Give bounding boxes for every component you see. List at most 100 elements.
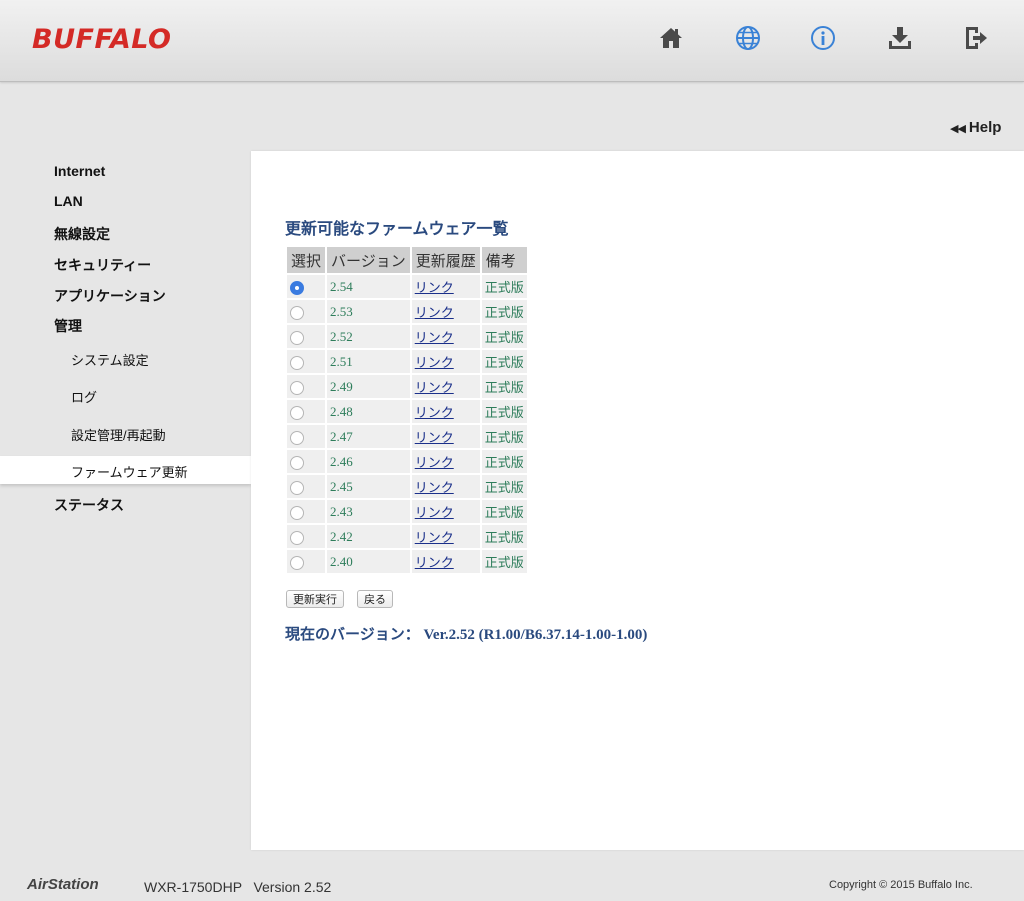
select-cell [287,450,326,475]
column-header-select: 選択 [287,247,326,275]
note-cell: 正式版 [481,375,527,400]
globe-icon[interactable] [735,24,761,52]
history-cell: リンク [411,550,480,575]
select-cell [287,400,326,425]
select-cell [287,500,326,525]
note-cell: 正式版 [481,500,527,525]
table-row: 2.46 リンク 正式版 [287,450,527,475]
history-link[interactable]: リンク [415,355,454,370]
copyright: Copyright © 2015 Buffalo Inc. [829,879,973,891]
version-radio[interactable] [290,330,304,345]
version-radio[interactable] [290,505,304,520]
table-row: 2.49 リンク 正式版 [287,375,527,400]
double-left-arrow-icon: ◀◀ [950,123,966,135]
version-radio[interactable] [290,305,304,320]
sidebar-item-wireless[interactable]: 無線設定 [54,224,110,244]
firmware-table: 選択 バージョン 更新履歴 備考 2.54 リンク 正式版 2.53 リンク 正式版 2.5… [285,247,529,575]
note-cell: 正式版 [481,325,527,350]
sidebar-item-admin[interactable]: 管理 [54,316,82,336]
firmware-table-body: 2.54 リンク 正式版 2.53 リンク 正式版 2.52 リンク 正式版 2.51 リンク 正式版… [287,275,527,575]
version-cell: 2.40 [327,550,410,575]
sidebar-subitem-config-restart[interactable]: 設定管理/再起動 [71,425,166,444]
version-radio[interactable] [290,380,304,395]
history-cell: リンク [411,400,480,425]
version-radio[interactable] [290,455,304,470]
sidebar-item-lan[interactable]: LAN [54,193,83,209]
version-radio[interactable] [290,355,304,370]
history-link[interactable]: リンク [415,530,454,545]
buffalo-logo[interactable]: BUFFALO [32,24,172,55]
history-link[interactable]: リンク [415,555,454,570]
table-row: 2.47 リンク 正式版 [287,425,527,450]
table-row: 2.40 リンク 正式版 [287,550,527,575]
sidebar-item-security[interactable]: セキュリティー [54,255,151,275]
sidebar-subitem-system-settings[interactable]: システム設定 [71,350,149,369]
history-cell: リンク [411,475,480,500]
history-cell: リンク [411,525,480,550]
note-cell: 正式版 [481,475,527,500]
sidebar-subitem-firmware-update[interactable]: ファームウェア更新 [71,462,188,481]
table-header-row: 選択 バージョン 更新履歴 備考 [287,247,527,275]
table-row: 2.45 リンク 正式版 [287,475,527,500]
table-row: 2.52 リンク 正式版 [287,325,527,350]
info-icon[interactable] [810,24,836,52]
version-cell: 2.53 [327,300,410,325]
history-link[interactable]: リンク [415,305,454,320]
logout-icon[interactable] [963,24,989,52]
history-link[interactable]: リンク [415,380,454,395]
history-link[interactable]: リンク [415,330,454,345]
select-cell [287,300,326,325]
version-cell: 2.54 [327,275,410,300]
version-radio[interactable] [290,280,304,295]
history-link[interactable]: リンク [415,455,454,470]
model-version: WXR-1750DHP Version 2.52 [144,879,332,895]
version-radio[interactable] [290,480,304,495]
update-execute-button[interactable]: 更新実行 [286,590,344,608]
back-button[interactable]: 戻る [357,590,393,608]
table-row: 2.51 リンク 正式版 [287,350,527,375]
top-header: BUFFALO [0,0,1024,82]
version-cell: 2.45 [327,475,410,500]
note-cell: 正式版 [481,400,527,425]
note-cell: 正式版 [481,425,527,450]
help-label: Help [968,119,1002,136]
history-link[interactable]: リンク [415,505,454,520]
table-row: 2.43 リンク 正式版 [287,500,527,525]
select-cell [287,325,326,350]
home-icon[interactable] [658,24,684,52]
history-cell: リンク [411,375,480,400]
table-row: 2.54 リンク 正式版 [287,275,527,300]
version-cell: 2.42 [327,525,410,550]
table-row: 2.48 リンク 正式版 [287,400,527,425]
version-radio[interactable] [290,405,304,420]
download-icon[interactable] [887,24,913,52]
version-cell: 2.49 [327,375,410,400]
sidebar-subitem-log[interactable]: ログ [71,387,97,406]
history-cell: リンク [411,350,480,375]
history-cell: リンク [411,450,480,475]
select-cell [287,525,326,550]
sidebar-item-applications[interactable]: アプリケーション [54,286,166,306]
history-link[interactable]: リンク [415,280,454,295]
help-toggle[interactable]: ◀◀ Help [950,119,1001,136]
version-radio[interactable] [290,530,304,545]
version-radio[interactable] [290,555,304,570]
select-cell [287,425,326,450]
history-cell: リンク [411,500,480,525]
note-cell: 正式版 [481,300,527,325]
table-row: 2.42 リンク 正式版 [287,525,527,550]
version-cell: 2.48 [327,400,410,425]
select-cell [287,375,326,400]
history-link[interactable]: リンク [415,405,454,420]
note-cell: 正式版 [481,525,527,550]
sidebar-item-status[interactable]: ステータス [54,495,124,515]
history-link[interactable]: リンク [415,430,454,445]
select-cell [287,475,326,500]
history-link[interactable]: リンク [415,480,454,495]
column-header-note: 備考 [481,247,527,275]
version-cell: 2.47 [327,425,410,450]
sidebar-item-internet[interactable]: Internet [54,163,105,179]
version-radio[interactable] [290,430,304,445]
version-cell: 2.52 [327,325,410,350]
history-cell: リンク [411,275,480,300]
